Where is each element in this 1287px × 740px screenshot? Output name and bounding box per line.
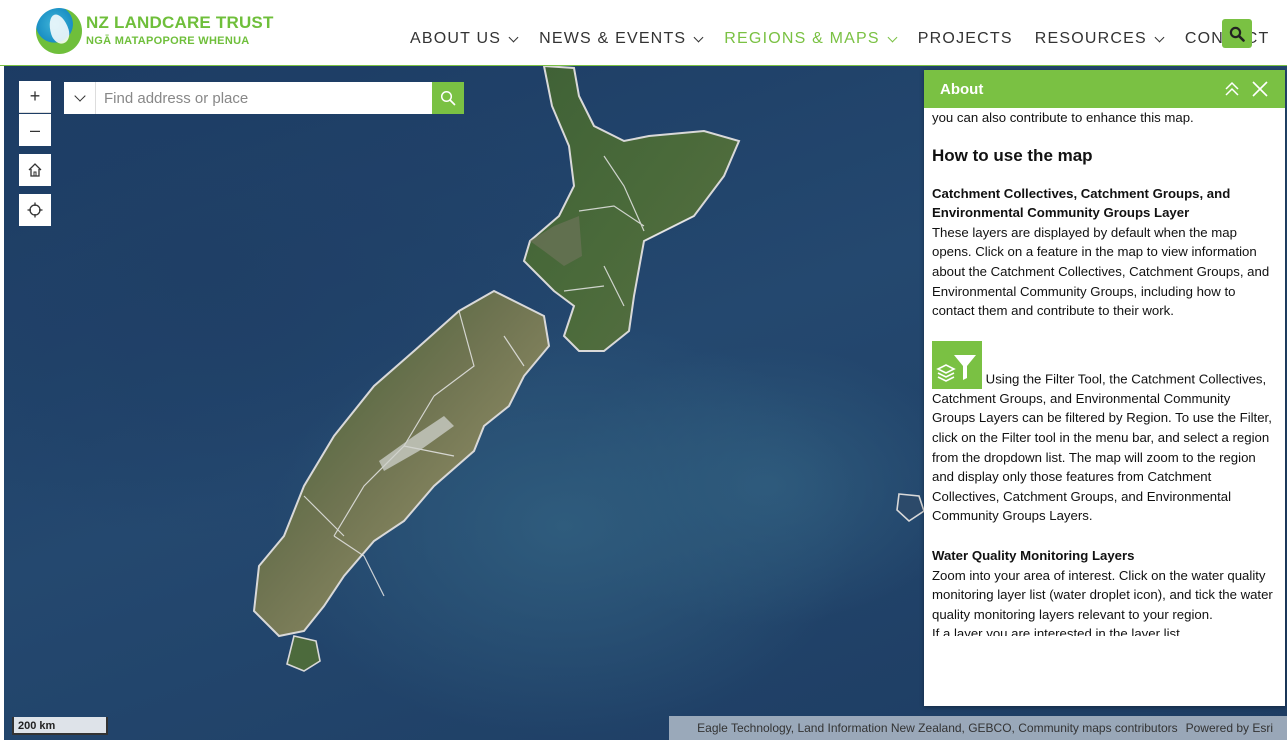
logo-mark — [36, 8, 82, 54]
section-water-title: Water Quality Monitoring Layers — [932, 547, 1135, 563]
chevron-down-icon — [508, 32, 519, 42]
nav-item-label: PROJECTS — [917, 30, 1013, 47]
map-scale-bar: 200 km — [12, 717, 108, 735]
map-search-input[interactable] — [96, 83, 432, 113]
about-panel-body[interactable]: you can also contribute to enhance this … — [924, 108, 1285, 706]
about-panel-header: About — [924, 70, 1285, 108]
about-panel: About you can also contribute to enhance… — [924, 70, 1285, 706]
search-source-dropdown[interactable] — [64, 82, 96, 114]
logo-subtitle: NGĀ MATAPOPORE WHENUA — [86, 35, 250, 47]
powered-by-link[interactable]: Powered by Esri — [1186, 721, 1273, 735]
chevron-down-icon — [887, 32, 898, 42]
locate-button[interactable] — [19, 194, 51, 226]
site-logo[interactable]: NZ LANDCARE TRUST NGĀ MATAPOPORE WHENUA — [36, 8, 273, 58]
close-icon — [1252, 81, 1268, 97]
nav-item-label: REGIONS & MAPS — [724, 30, 880, 47]
chevron-down-icon — [693, 32, 704, 42]
attribution-text: Eagle Technology, Land Information New Z… — [697, 721, 1178, 735]
filter-tool-text: Using the Filter Tool, the Catchment Col… — [932, 371, 1272, 524]
panel-heading: How to use the map — [932, 145, 1093, 165]
panel-intro-text: you can also contribute to enhance this … — [932, 110, 1194, 125]
logo-title: NZ LANDCARE TRUST — [86, 13, 274, 32]
nav-item-label: ABOUT US — [410, 30, 502, 47]
search-icon — [440, 90, 456, 106]
filter-tool-icon — [932, 340, 982, 389]
section-catchment-text: These layers are displayed by default wh… — [932, 224, 1270, 319]
zoom-out-button[interactable]: – — [19, 114, 51, 146]
map-search-bar — [64, 82, 464, 114]
map-attribution: Eagle Technology, Land Information New Z… — [669, 716, 1287, 740]
chevron-double-up-icon — [1225, 81, 1239, 96]
nav-item-news-events[interactable]: NEWS & EVENTS — [539, 30, 704, 48]
nav-item-label: RESOURCES — [1034, 30, 1147, 47]
home-icon — [28, 163, 42, 177]
section-catchment-title: Catchment Collectives, Catchment Groups,… — [932, 185, 1231, 221]
panel-cutoff-text: If a layer you are interested in the lay… — [932, 626, 1191, 637]
chevron-down-icon — [1154, 32, 1165, 42]
chevron-down-icon — [73, 90, 86, 102]
site-header: NZ LANDCARE TRUST NGĀ MATAPOPORE WHENUA … — [0, 0, 1287, 66]
map-view[interactable]: + – 200 km Eagle Technology, Land Inform… — [4, 66, 1287, 740]
nav-item-projects[interactable]: PROJECTS — [918, 30, 1013, 48]
close-panel-button[interactable] — [1250, 79, 1270, 99]
nav-item-label: NEWS & EVENTS — [539, 30, 687, 47]
map-search-button[interactable] — [432, 82, 464, 114]
nav-item-resources[interactable]: RESOURCES — [1034, 30, 1165, 48]
search-icon — [1229, 26, 1245, 42]
home-button[interactable] — [19, 154, 51, 186]
collapse-panel-button[interactable] — [1222, 79, 1242, 99]
zoom-in-button[interactable]: + — [19, 81, 51, 113]
filter-paragraph: Using the Filter Tool, the Catchment Col… — [932, 340, 1277, 526]
section-water-text: Zoom into your area of interest. Click o… — [932, 567, 1273, 622]
nav-item-about-us[interactable]: ABOUT US — [410, 30, 519, 48]
locate-icon — [27, 202, 43, 218]
nav-item-regions-maps[interactable]: REGIONS & MAPS — [724, 30, 898, 48]
main-nav: ABOUT US NEWS & EVENTS REGIONS & MAPS PROJE… — [410, 28, 1287, 50]
panel-title: About — [940, 80, 984, 98]
site-search-button[interactable] — [1222, 19, 1252, 48]
